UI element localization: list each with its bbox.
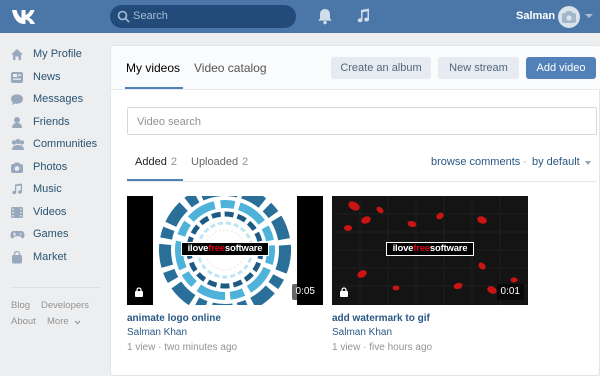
username[interactable]: Salman <box>516 10 555 22</box>
sort-dropdown[interactable]: by default <box>532 156 580 168</box>
new-stream-button[interactable]: New stream <box>438 57 519 79</box>
subtab-uploaded-label: Uploaded <box>191 156 239 168</box>
sidebar-item-photos[interactable]: Photos <box>10 158 106 178</box>
film-icon <box>11 207 23 218</box>
add-video-button[interactable]: Add video <box>526 57 596 79</box>
sidebar-item-friends[interactable]: Friends <box>10 113 106 133</box>
video-duration: 0:05 <box>291 284 319 300</box>
lock-icon <box>340 287 348 297</box>
video-thumbnail[interactable]: ilovefreesoftware 0:05 <box>127 196 323 305</box>
active-tab-indicator <box>125 87 183 89</box>
camera-icon <box>11 162 23 173</box>
video-thumbnail[interactable]: ilovefreesoftware 0:01 <box>332 196 528 305</box>
sidebar-item-label: Messages <box>33 93 84 105</box>
sidebar-item-games[interactable]: Games <box>10 225 106 245</box>
music-note-icon[interactable] <box>355 8 371 25</box>
subtab-added-label: Added <box>135 156 167 168</box>
video-author[interactable]: Salman Khan <box>332 327 392 338</box>
footer-link-developers[interactable]: Developers <box>41 300 89 311</box>
search-icon <box>117 10 130 23</box>
home-icon <box>11 49 23 60</box>
sidebar-item-news[interactable]: News <box>10 68 106 88</box>
tab-my-videos[interactable]: My videos <box>126 61 180 75</box>
friend-icon <box>12 117 22 128</box>
sidebar-item-label: Market <box>33 251 67 263</box>
search-box[interactable]: Search <box>110 5 296 28</box>
sidebar-item-label: Communities <box>33 138 98 150</box>
sidebar-item-market[interactable]: Market <box>10 248 106 268</box>
sidebar-divider <box>10 287 100 288</box>
sidebar-item-my-profile[interactable]: My Profile <box>10 45 106 65</box>
sidebar-item-communities[interactable]: Communities <box>10 135 106 155</box>
footer-link-more[interactable]: More <box>47 316 69 327</box>
lock-icon <box>135 287 143 297</box>
chevron-down-icon[interactable] <box>585 161 591 165</box>
camera-icon <box>562 11 576 23</box>
video-title[interactable]: add watermark to gif <box>332 313 430 324</box>
video-author[interactable]: Salman Khan <box>127 327 187 338</box>
subtab-uploaded-count: 2 <box>242 156 249 168</box>
music-icon <box>12 183 22 195</box>
sidebar-item-label: My Profile <box>33 48 82 60</box>
top-bar: Search Salman <box>0 0 600 33</box>
vk-logo-icon[interactable] <box>10 7 42 27</box>
watermark-logo: ilovefreesoftware <box>386 242 474 256</box>
sidebar-item-videos[interactable]: Videos <box>10 203 106 223</box>
bell-icon[interactable] <box>317 8 333 25</box>
tabs-bar: My videos Video catalog Create an album … <box>111 46 600 90</box>
create-album-button[interactable]: Create an album <box>331 57 431 79</box>
footer-link-about[interactable]: About <box>11 316 36 327</box>
browse-comments-link[interactable]: browse comments <box>431 156 520 168</box>
sidebar-item-messages[interactable]: Messages <box>10 90 106 110</box>
footer-link-blog[interactable]: Blog <box>11 300 30 311</box>
chevron-down-icon[interactable] <box>74 320 81 325</box>
sidebar-item-label: Friends <box>33 116 70 128</box>
video-title[interactable]: animate logo online <box>127 313 221 324</box>
video-duration: 0:01 <box>496 284 524 300</box>
separator-dot: · <box>523 156 527 168</box>
video-meta: 1 view · five hours ago <box>332 342 433 353</box>
news-icon <box>11 72 23 83</box>
sidebar-item-label: Games <box>33 228 69 240</box>
subtab-uploaded[interactable]: Uploaded 2 <box>191 156 248 168</box>
video-search-placeholder: Video search <box>137 116 202 128</box>
search-placeholder: Search <box>133 10 168 22</box>
messages-icon <box>11 94 23 105</box>
subtab-added-count: 2 <box>170 156 177 168</box>
sidebar-item-label: News <box>33 71 61 83</box>
communities-icon <box>11 138 25 150</box>
sidebar-item-label: Photos <box>33 161 68 173</box>
video-search-input[interactable]: Video search <box>127 107 597 135</box>
videos-panel: My videos Video catalog Create an album … <box>110 45 600 376</box>
chevron-down-icon[interactable] <box>585 14 593 18</box>
sidebar-item-music[interactable]: Music <box>10 180 106 200</box>
sidebar-item-label: Videos <box>33 206 67 218</box>
sidebar-item-label: Music <box>33 183 62 195</box>
bag-icon <box>12 251 22 264</box>
watermark-logo: ilovefreesoftware <box>181 242 269 256</box>
video-meta: 1 view · two minutes ago <box>127 342 238 353</box>
avatar[interactable] <box>558 6 580 28</box>
tab-video-catalog[interactable]: Video catalog <box>194 61 267 75</box>
gamepad-icon <box>10 231 25 239</box>
subtabs-divider <box>127 181 597 182</box>
subtab-added[interactable]: Added 2 <box>135 156 177 168</box>
